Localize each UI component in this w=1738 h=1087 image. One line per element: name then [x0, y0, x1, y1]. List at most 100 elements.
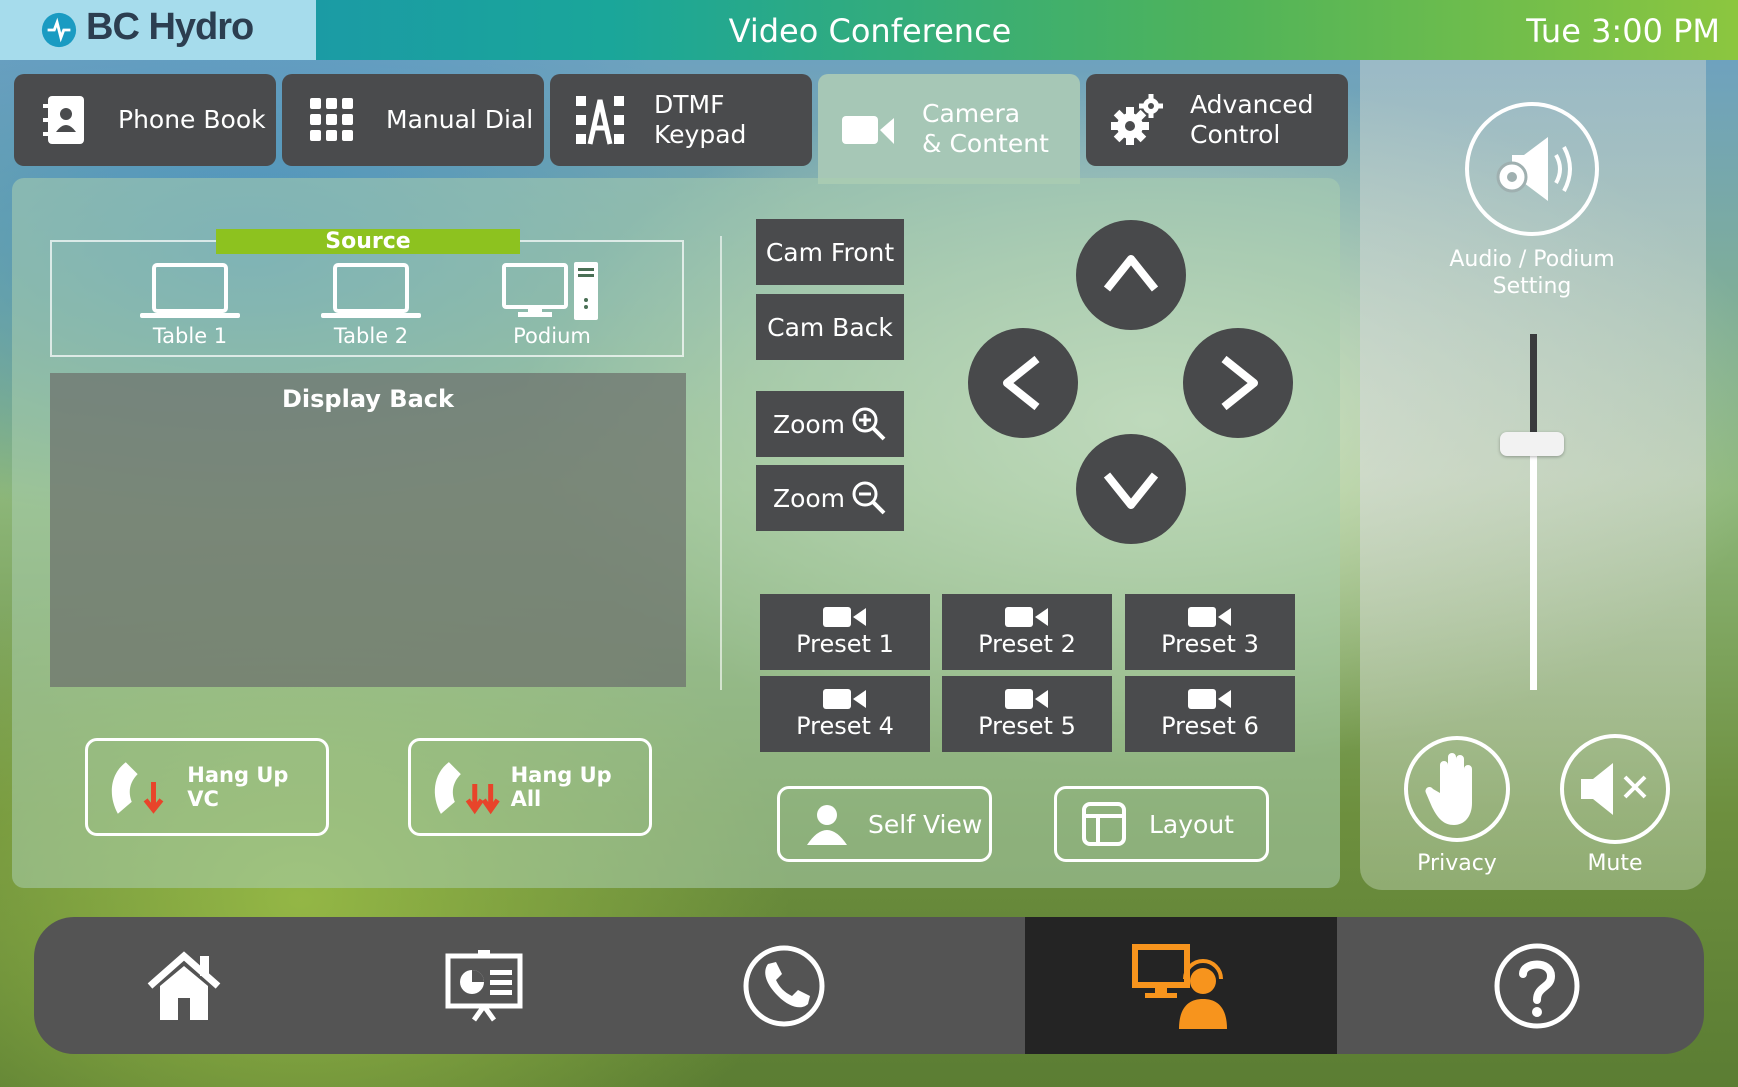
volume-slider-handle[interactable]: [1500, 432, 1564, 457]
camera-icon: [1005, 689, 1048, 709]
source-table-1[interactable]: Table 1: [120, 262, 260, 348]
mute-label: Mute: [1587, 851, 1643, 876]
audio-setting-label-line2: Setting: [1492, 274, 1572, 299]
layout-label: Layout: [1149, 809, 1234, 839]
cam-front-button[interactable]: Cam Front: [756, 219, 904, 285]
preset-3-button[interactable]: Preset 3: [1125, 594, 1295, 670]
volume-slider-fill: [1530, 334, 1537, 445]
bc-hydro-logo-icon: [41, 12, 77, 48]
preset-5-button[interactable]: Preset 5: [942, 676, 1112, 752]
presentation-icon: [445, 949, 523, 1021]
video-conference-icon: [1132, 943, 1227, 1029]
cam-back-button[interactable]: Cam Back: [756, 294, 904, 360]
preset-label: Preset 4: [796, 712, 894, 740]
zoom-in-button[interactable]: Zoom: [756, 391, 904, 457]
source-table-2[interactable]: Table 2: [301, 262, 441, 348]
camera-icon: [1188, 689, 1231, 709]
person-icon: [807, 805, 847, 845]
preset-label: Preset 1: [796, 630, 894, 658]
mute-button[interactable]: [1560, 734, 1670, 844]
display-preview: [50, 373, 686, 687]
pan-right-button[interactable]: [1183, 328, 1293, 438]
layout-button[interactable]: Layout: [1054, 786, 1269, 862]
tab-manual-dial[interactable]: Manual Dial: [282, 74, 544, 166]
hang-up-vc-button[interactable]: Hang Up VC: [85, 738, 329, 836]
preset-label: Preset 5: [978, 712, 1076, 740]
tab-advanced-control[interactable]: Advanced Control: [1086, 74, 1348, 166]
display-title: Display Back: [282, 385, 454, 413]
bottom-navigation: [34, 917, 1704, 1054]
hang-up-all-label: Hang Up All: [510, 763, 612, 811]
preset-6-button[interactable]: Preset 6: [1125, 676, 1295, 752]
source-podium[interactable]: Podium: [482, 262, 622, 348]
privacy-label: Privacy: [1417, 851, 1497, 876]
zoom-out-label: Zoom: [772, 483, 846, 513]
nav-video-conference[interactable]: [1025, 917, 1337, 1054]
keypad-grid-icon: [310, 98, 353, 141]
zoom-out-button[interactable]: Zoom: [756, 465, 904, 531]
hang-up-vc-label: Hang Up VC: [187, 763, 289, 811]
camera-icon: [1188, 607, 1231, 627]
source-header: Source: [216, 229, 520, 254]
zoom-in-icon: [852, 407, 886, 441]
nav-help[interactable]: [1387, 917, 1687, 1054]
phone-book-icon: [43, 96, 84, 144]
pan-left-button[interactable]: [968, 328, 1078, 438]
tab-camera-content[interactable]: Camera & Content: [818, 74, 1080, 184]
audio-podium-setting-button[interactable]: [1465, 102, 1599, 236]
hand-stop-icon: [1425, 753, 1472, 825]
camera-icon: [1005, 607, 1048, 627]
tab-label-line2: Control: [1190, 120, 1281, 149]
arrow-right-icon: [1221, 355, 1258, 411]
preset-4-button[interactable]: Preset 4: [760, 676, 930, 752]
arrow-left-icon: [1003, 355, 1040, 411]
laptop-icon: [140, 263, 240, 318]
speaker-mute-icon: [1581, 763, 1647, 815]
tab-dtmf-keypad[interactable]: DTMF Keypad: [550, 74, 812, 166]
privacy-button[interactable]: [1404, 736, 1510, 842]
divider: [720, 236, 722, 690]
tab-phone-book[interactable]: Phone Book: [14, 74, 276, 166]
source-label: Table 1: [152, 324, 228, 348]
audio-setting-label-line1: Audio / Podium: [1449, 247, 1615, 272]
clock: Tue 3:00 PM: [1526, 12, 1720, 50]
hang-up-all-button[interactable]: Hang Up All: [408, 738, 652, 836]
preset-2-button[interactable]: Preset 2: [942, 594, 1112, 670]
nav-audio-call[interactable]: [634, 917, 934, 1054]
cam-front-label: Cam Front: [765, 237, 895, 267]
self-view-label: Self View: [868, 809, 983, 839]
nav-presentation[interactable]: [334, 917, 634, 1054]
zoom-in-label: Zoom: [772, 409, 846, 439]
zoom-out-icon: [852, 481, 886, 515]
self-view-button[interactable]: Self View: [777, 786, 992, 862]
speaker-settings-icon: [1496, 137, 1572, 201]
hang-up-all-icon: [434, 762, 500, 815]
tab-label-line1: Advanced: [1190, 90, 1314, 119]
preset-1-button[interactable]: Preset 1: [760, 594, 930, 670]
tab-label: Phone Book: [118, 105, 266, 134]
desktop-computer-icon: [502, 262, 598, 320]
tab-label: Manual Dial: [386, 105, 534, 134]
help-icon: [1494, 943, 1580, 1028]
nav-home[interactable]: [34, 917, 334, 1054]
page-title: Video Conference: [728, 12, 1012, 50]
home-icon: [147, 950, 221, 1020]
tab-label-line2: & Content: [922, 129, 1049, 158]
pan-down-button[interactable]: [1076, 434, 1186, 544]
hang-up-icon: [111, 762, 164, 814]
audio-setting-label: Audio / Podium Setting: [1420, 246, 1644, 300]
pan-up-button[interactable]: [1076, 220, 1186, 330]
laptop-icon: [321, 263, 421, 318]
preset-label: Preset 2: [978, 630, 1076, 658]
camera-icon: [823, 607, 866, 627]
source-label: Podium: [513, 324, 591, 348]
logo-text: BC Hydro: [86, 6, 254, 48]
tab-label: DTMF Keypad: [654, 90, 747, 149]
camera-icon: [823, 689, 866, 709]
cam-back-label: Cam Back: [767, 312, 893, 342]
preset-label: Preset 6: [1161, 712, 1259, 740]
source-label: Table 2: [333, 324, 409, 348]
dtmf-keypad-icon: [576, 96, 624, 145]
camera-icon: [842, 116, 894, 144]
phone-icon: [743, 945, 825, 1026]
